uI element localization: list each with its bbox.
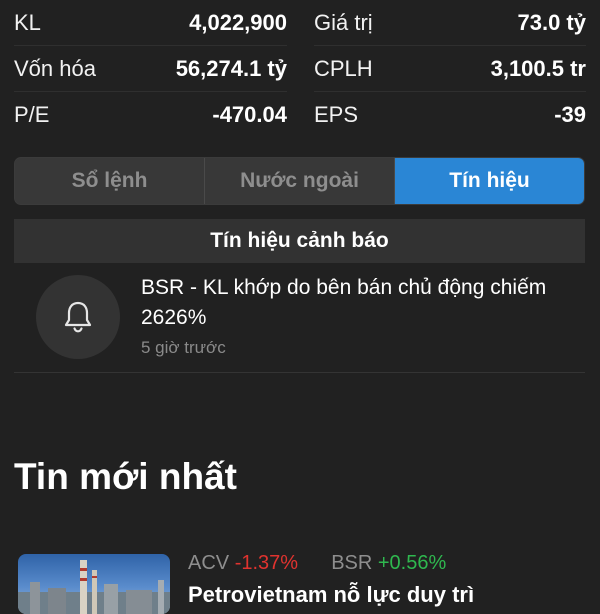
tab-signals[interactable]: Tín hiệu xyxy=(394,158,584,204)
tab-foreign[interactable]: Nước ngoài xyxy=(204,158,394,204)
ticker-change: -1.37% xyxy=(234,552,299,574)
stat-value: -39 xyxy=(554,101,586,127)
segmented-tabs: Sổ lệnh Nước ngoài Tín hiệu xyxy=(14,157,585,205)
stat-label: EPS xyxy=(314,101,359,127)
stat-value: 56,274.1 tỷ xyxy=(175,55,287,81)
stat-value: 3,100.5 tr xyxy=(490,55,586,81)
stat-row-value: Giá trị 73.0 tỷ xyxy=(314,0,586,46)
section-title-latest-news: Tin mới nhất xyxy=(14,456,237,497)
stat-label: Vốn hóa xyxy=(14,55,96,81)
stat-row-volume: KL 4,022,900 xyxy=(14,0,287,46)
news-headline: Petrovietnam nỗ lực duy trì xyxy=(188,582,475,607)
divider xyxy=(14,372,585,373)
tab-order-book[interactable]: Sổ lệnh xyxy=(15,158,204,204)
stat-row-outstanding-shares: CPLH 3,100.5 tr xyxy=(314,46,586,92)
stat-row-pe: P/E -470.04 xyxy=(14,92,287,137)
alert-message: BSR - KL khớp do bên bán chủ động chiếm … xyxy=(141,276,547,329)
stat-value: 4,022,900 xyxy=(189,9,287,35)
alert-timestamp: 5 giờ trước xyxy=(141,338,226,357)
news-tickers: ACV -1.37% BSR +0.56% xyxy=(188,552,446,575)
stat-row-market-cap: Vốn hóa 56,274.1 tỷ xyxy=(14,46,287,92)
stat-label: Giá trị xyxy=(314,9,373,35)
stat-value: 73.0 tỷ xyxy=(517,9,587,35)
stat-label: P/E xyxy=(14,101,50,127)
section-header-warning-signals: Tín hiệu cảnh báo xyxy=(14,219,585,263)
stats-left-column: KL 4,022,900 Vốn hóa 56,274.1 tỷ P/E -47… xyxy=(14,0,287,137)
stat-label: KL xyxy=(14,9,41,35)
news-list-item[interactable]: ACV -1.37% BSR +0.56% Petrovietnam nỗ lự… xyxy=(0,546,600,614)
ticker-symbol[interactable]: BSR xyxy=(331,552,372,574)
stats-right-column: Giá trị 73.0 tỷ CPLH 3,100.5 tr EPS -39 xyxy=(314,0,586,137)
news-thumbnail-image xyxy=(18,554,170,614)
alert-list-item[interactable]: BSR - KL khớp do bên bán chủ động chiếm … xyxy=(14,263,585,373)
stock-stats-panel: KL 4,022,900 Vốn hóa 56,274.1 tỷ P/E -47… xyxy=(0,0,600,137)
stat-label: CPLH xyxy=(314,55,373,81)
stat-row-eps: EPS -39 xyxy=(314,92,586,137)
ticker-change: +0.56% xyxy=(377,552,447,574)
ticker-symbol[interactable]: ACV xyxy=(188,552,229,574)
stat-value: -470.04 xyxy=(212,101,287,127)
bell-icon xyxy=(36,275,120,359)
